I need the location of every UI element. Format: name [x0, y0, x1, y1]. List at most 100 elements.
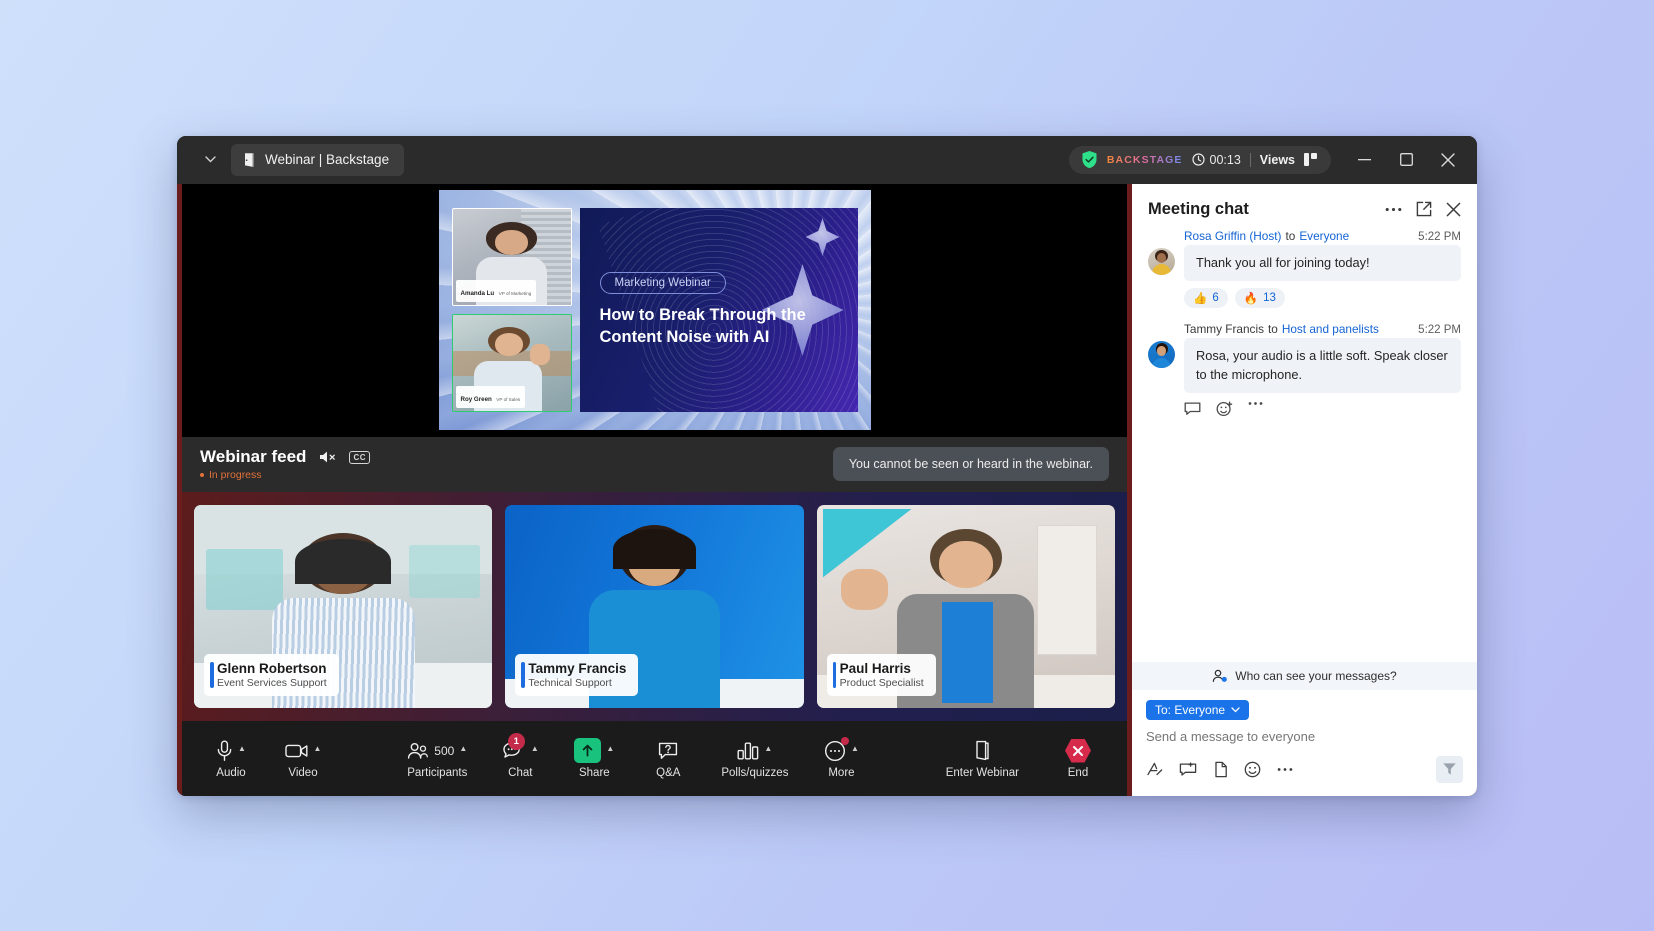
- ellipsis-icon[interactable]: [1385, 207, 1402, 212]
- recipient-selector[interactable]: To: Everyone: [1146, 700, 1249, 720]
- video-button[interactable]: ▲ Video: [276, 734, 330, 783]
- chat-title: Meeting chat: [1148, 200, 1249, 219]
- chevron-up-icon[interactable]: ▲: [531, 744, 539, 753]
- chevron-up-icon[interactable]: ▲: [851, 744, 859, 753]
- who-can-see-messages-banner[interactable]: Who can see your messages?: [1132, 662, 1477, 690]
- layout-views-icon[interactable]: [1304, 153, 1319, 166]
- more-button[interactable]: ▲ More: [814, 734, 868, 783]
- chat-sender[interactable]: Tammy Francis: [1184, 322, 1264, 336]
- chevron-up-icon[interactable]: ▲: [606, 744, 614, 753]
- speaker-muted-icon[interactable]: [318, 449, 337, 465]
- chevron-up-icon[interactable]: ▲: [238, 744, 246, 753]
- control-bar: ▲ Audio ▲ Video: [182, 721, 1127, 796]
- chat-recipient[interactable]: Everyone: [1299, 229, 1349, 243]
- emoji-icon[interactable]: [1244, 761, 1261, 778]
- views-label[interactable]: Views: [1260, 153, 1295, 167]
- compose-toolbar: [1132, 744, 1477, 796]
- chat-message-text: Thank you all for joining today!: [1184, 245, 1461, 282]
- presenter-role: VP of Sales: [496, 397, 520, 402]
- video-label: Video: [288, 767, 317, 779]
- minimize-icon[interactable]: [1343, 136, 1385, 184]
- end-button[interactable]: End: [1051, 734, 1105, 783]
- window-tab-label: Webinar | Backstage: [265, 152, 389, 167]
- close-icon[interactable]: [1446, 202, 1461, 217]
- participant-role: Product Specialist: [840, 677, 924, 689]
- reply-icon[interactable]: [1184, 401, 1201, 417]
- participant-tile[interactable]: Tammy Francis Technical Support: [505, 505, 803, 708]
- title-bar-right: BACKSTAGE 00:13 Views: [1069, 136, 1477, 184]
- attach-file-icon[interactable]: [1213, 761, 1228, 778]
- chat-message: Tammy Francis to Host and panelists 5:22…: [1148, 322, 1461, 417]
- enter-webinar-label: Enter Webinar: [946, 767, 1019, 779]
- presenter-name-card: Amanda Lu VP of Marketing: [456, 280, 537, 302]
- share-up-icon: [574, 738, 601, 763]
- chevron-up-icon[interactable]: ▲: [764, 744, 772, 753]
- chat-recipient[interactable]: Host and panelists: [1282, 322, 1379, 336]
- presenter-name: Roy Green: [461, 396, 492, 403]
- backstage-label: BACKSTAGE: [1107, 154, 1183, 166]
- question-bubble-icon: [658, 741, 678, 761]
- chevron-down-icon[interactable]: [193, 143, 227, 177]
- chevron-up-icon[interactable]: ▲: [314, 744, 322, 753]
- share-button[interactable]: ▲ Share: [567, 734, 621, 783]
- participant-tile[interactable]: Paul Harris Product Specialist: [817, 505, 1115, 708]
- chat-button[interactable]: 1 ▲ Chat: [493, 734, 547, 783]
- chat-compose-area: To: Everyone Send a message to everyone: [1132, 690, 1477, 744]
- pop-out-icon[interactable]: [1416, 201, 1432, 217]
- chat-header: Meeting chat: [1132, 184, 1477, 229]
- share-label: Share: [579, 767, 610, 779]
- participant-tile[interactable]: Glenn Robertson Event Services Support: [194, 505, 492, 708]
- participants-button[interactable]: 500 ▲ Participants: [401, 734, 473, 783]
- microphone-icon: [216, 740, 233, 762]
- slide-badge: Marketing Webinar: [600, 272, 726, 294]
- chat-sender[interactable]: Rosa Griffin (Host): [1184, 229, 1281, 243]
- camera-icon: [285, 743, 309, 759]
- audio-button[interactable]: ▲ Audio: [204, 734, 258, 783]
- presenter-role: VP of Marketing: [499, 291, 532, 296]
- participant-name-card: Paul Harris Product Specialist: [827, 654, 936, 696]
- chat-timestamp: 5:22 PM: [1418, 324, 1461, 336]
- participants-label: Participants: [407, 767, 467, 779]
- chat-message-text: Rosa, your audio is a little soft. Speak…: [1184, 338, 1461, 393]
- participant-name-card: Glenn Robertson Event Services Support: [204, 654, 339, 696]
- format-text-icon[interactable]: [1146, 761, 1163, 777]
- window-tab[interactable]: Webinar | Backstage: [231, 144, 404, 176]
- reply-quote-icon[interactable]: [1179, 762, 1197, 777]
- audio-label: Audio: [216, 767, 245, 779]
- chat-message-list[interactable]: Rosa Griffin (Host) to Everyone 5:22 PM: [1132, 229, 1477, 662]
- polls-quizzes-label: Polls/quizzes: [721, 767, 788, 779]
- send-icon[interactable]: [1436, 756, 1463, 783]
- reaction-chip[interactable]: 🔥 13: [1235, 288, 1285, 308]
- control-bar-middle: 500 ▲ Participants 1 ▲ Ch: [401, 734, 868, 783]
- add-reaction-icon[interactable]: [1216, 401, 1233, 417]
- shield-check-icon: [1081, 150, 1098, 169]
- participant-name: Paul Harris: [840, 661, 924, 676]
- webinar-feed-title: Webinar feed: [200, 447, 306, 467]
- more-actions-icon[interactable]: [1248, 401, 1263, 417]
- slide-title: How to Break Through the Content Noise w…: [600, 305, 815, 349]
- end-label: End: [1068, 767, 1088, 779]
- avatar: [1148, 341, 1175, 368]
- chat-message-actions: [1148, 401, 1461, 417]
- qa-label: Q&A: [656, 767, 680, 779]
- timer-value: 00:13: [1210, 153, 1241, 167]
- qa-button[interactable]: Q&A: [641, 734, 695, 783]
- chevron-up-icon[interactable]: ▲: [459, 744, 467, 753]
- participant-name: Glenn Robertson: [217, 661, 327, 676]
- who-can-see-label: Who can see your messages?: [1235, 669, 1396, 683]
- enter-webinar-button[interactable]: Enter Webinar: [940, 734, 1025, 783]
- bar-chart-icon: [737, 742, 759, 760]
- message-input[interactable]: Send a message to everyone: [1146, 729, 1463, 744]
- closed-captions-icon[interactable]: CC: [349, 451, 370, 464]
- fire-icon: 🔥: [1244, 291, 1258, 305]
- chat-unread-badge: 1: [508, 733, 525, 750]
- close-icon[interactable]: [1427, 136, 1469, 184]
- participant-role: Technical Support: [528, 677, 626, 689]
- polls-quizzes-button[interactable]: ▲ Polls/quizzes: [715, 734, 794, 783]
- more-options-icon[interactable]: [1277, 767, 1293, 772]
- maximize-icon[interactable]: [1385, 136, 1427, 184]
- webinar-feed-bar: Webinar feed CC In progress: [182, 437, 1127, 492]
- reaction-chip[interactable]: 👍 6: [1184, 288, 1228, 308]
- slide-presenter-thumbs: Amanda Lu VP of Marketing: [452, 208, 572, 412]
- reaction-count: 13: [1263, 292, 1276, 304]
